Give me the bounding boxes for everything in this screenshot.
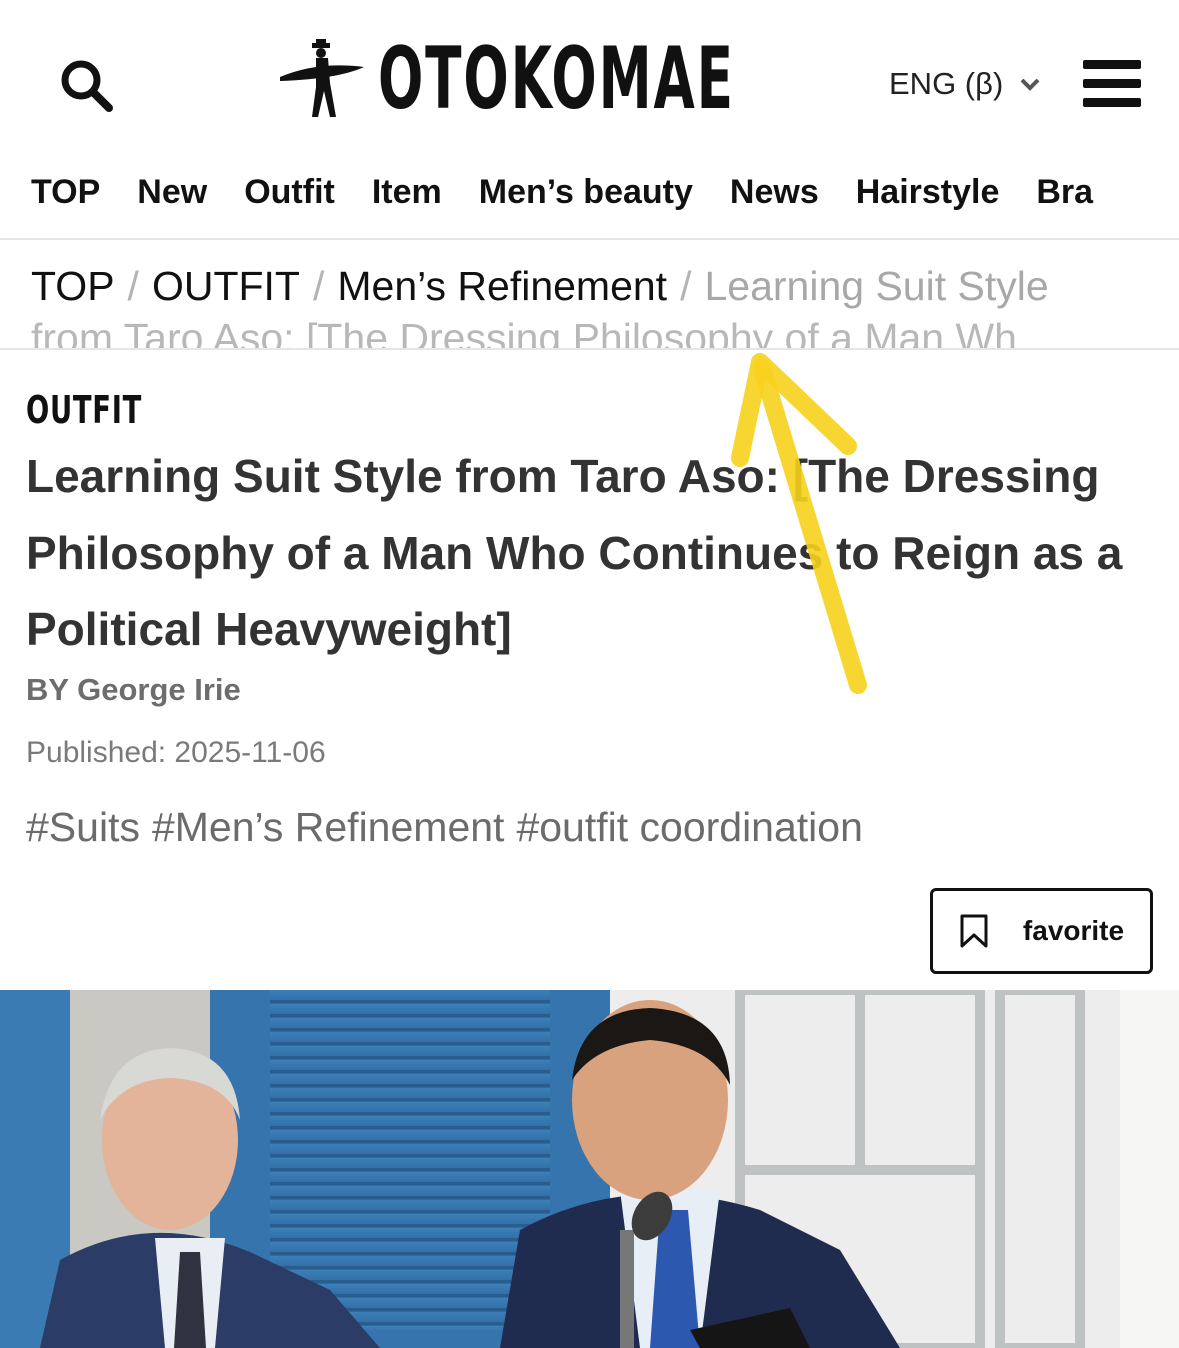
article-author[interactable]: BY George Irie [26,672,241,708]
nav-item-item[interactable]: Item [372,160,442,224]
breadcrumb: TOP / OUTFIT / Men’s Refinement / Learning Sui… [0,240,1179,350]
site-logo[interactable]: OTOKOMAE [278,34,954,124]
breadcrumb-separator: / [312,263,325,309]
favorite-label: favorite [1022,915,1125,946]
breadcrumb-outfit[interactable]: OUTFIT [152,263,300,309]
nav-item-new[interactable]: New [137,160,207,224]
nav-item-brand[interactable]: Bra [1036,160,1093,224]
tag-link[interactable]: #Men’s Refinement [152,804,504,850]
site-header: OTOKOMAE ENG (β) [0,0,1179,160]
hero-image [0,990,1179,1348]
favorite-button[interactable]: favorite [930,888,1153,974]
nav-item-hairstyle[interactable]: Hairstyle [856,160,1000,224]
surfer-logo-icon [280,39,364,117]
search-icon[interactable] [56,55,116,115]
nav-item-outfit[interactable]: Outfit [244,160,335,224]
breadcrumb-mens-refinement[interactable]: Men’s Refinement [337,263,667,309]
article-category[interactable]: OUTFIT [26,388,142,432]
annotation-arrow-icon [731,353,867,694]
nav-item-news[interactable]: News [730,160,819,224]
language-selector[interactable]: ENG (β) [889,62,1041,106]
breadcrumb-top[interactable]: TOP [31,263,115,309]
breadcrumb-current: Learning Suit Style [704,263,1049,309]
category-nav: TOP New Outfit Item Men’s beauty News Ha… [0,160,1179,240]
nav-item-mens-beauty[interactable]: Men’s beauty [479,160,693,224]
bookmark-icon [960,914,988,948]
article-tags: #Suits #Men’s Refinement #outfit coordinat… [26,804,875,851]
breadcrumb-separator: / [127,263,139,309]
article-title: Learning Suit Style from Taro Aso: [The … [26,450,1123,655]
nav-item-top[interactable]: TOP [31,160,100,224]
language-label: ENG (β) [889,66,1004,101]
chevron-down-icon [1020,78,1040,91]
article-published-date: Published: 2025-11-06 [26,736,326,769]
tag-link[interactable]: #Suits [26,804,140,850]
hamburger-menu-icon[interactable] [1083,60,1141,112]
tag-link[interactable]: #outfit coordination [516,804,862,850]
logo-text: OTOKOMAE [378,29,735,129]
breadcrumb-separator: / [680,263,692,309]
